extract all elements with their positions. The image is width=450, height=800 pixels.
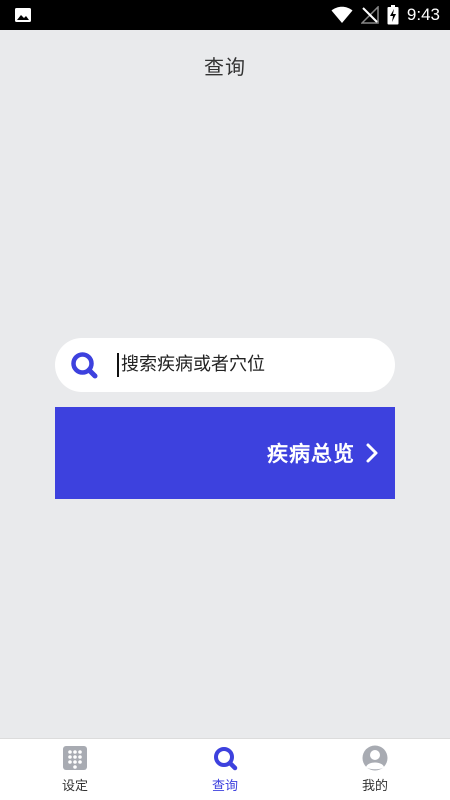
disease-overview-label: 疾病总览 [267, 442, 355, 466]
search-input[interactable] [117, 353, 357, 377]
nav-label-profile: 我的 [361, 779, 388, 794]
nav-item-settings[interactable]: 设定 [0, 739, 150, 800]
search-icon [212, 745, 238, 771]
avatar-icon [362, 745, 388, 771]
status-time: 9:43 [406, 5, 440, 24]
status-bar: 9:43 [0, 0, 450, 30]
nav-label-search: 查询 [211, 779, 238, 794]
search-bar[interactable] [55, 338, 395, 392]
signal-off-icon [360, 6, 379, 24]
disease-overview-button[interactable]: 疾病总览 [55, 407, 395, 499]
app-screen: 9:43 查询 疾病总览 [0, 0, 450, 800]
wifi-icon [331, 6, 353, 24]
chevron-right-icon [363, 442, 381, 464]
nav-item-search[interactable]: 查询 [150, 739, 300, 800]
status-icons: 9:43 [331, 5, 440, 25]
image-icon [14, 7, 32, 23]
nav-label-settings: 设定 [61, 779, 88, 794]
keypad-icon [62, 745, 88, 771]
battery-charging-icon [387, 5, 399, 25]
search-icon [69, 350, 99, 380]
page-header: 查询 [0, 30, 450, 100]
page-title: 查询 [204, 54, 246, 79]
nav-item-profile[interactable]: 我的 [300, 739, 450, 800]
bottom-nav: 设定 查询 我的 [0, 738, 450, 800]
